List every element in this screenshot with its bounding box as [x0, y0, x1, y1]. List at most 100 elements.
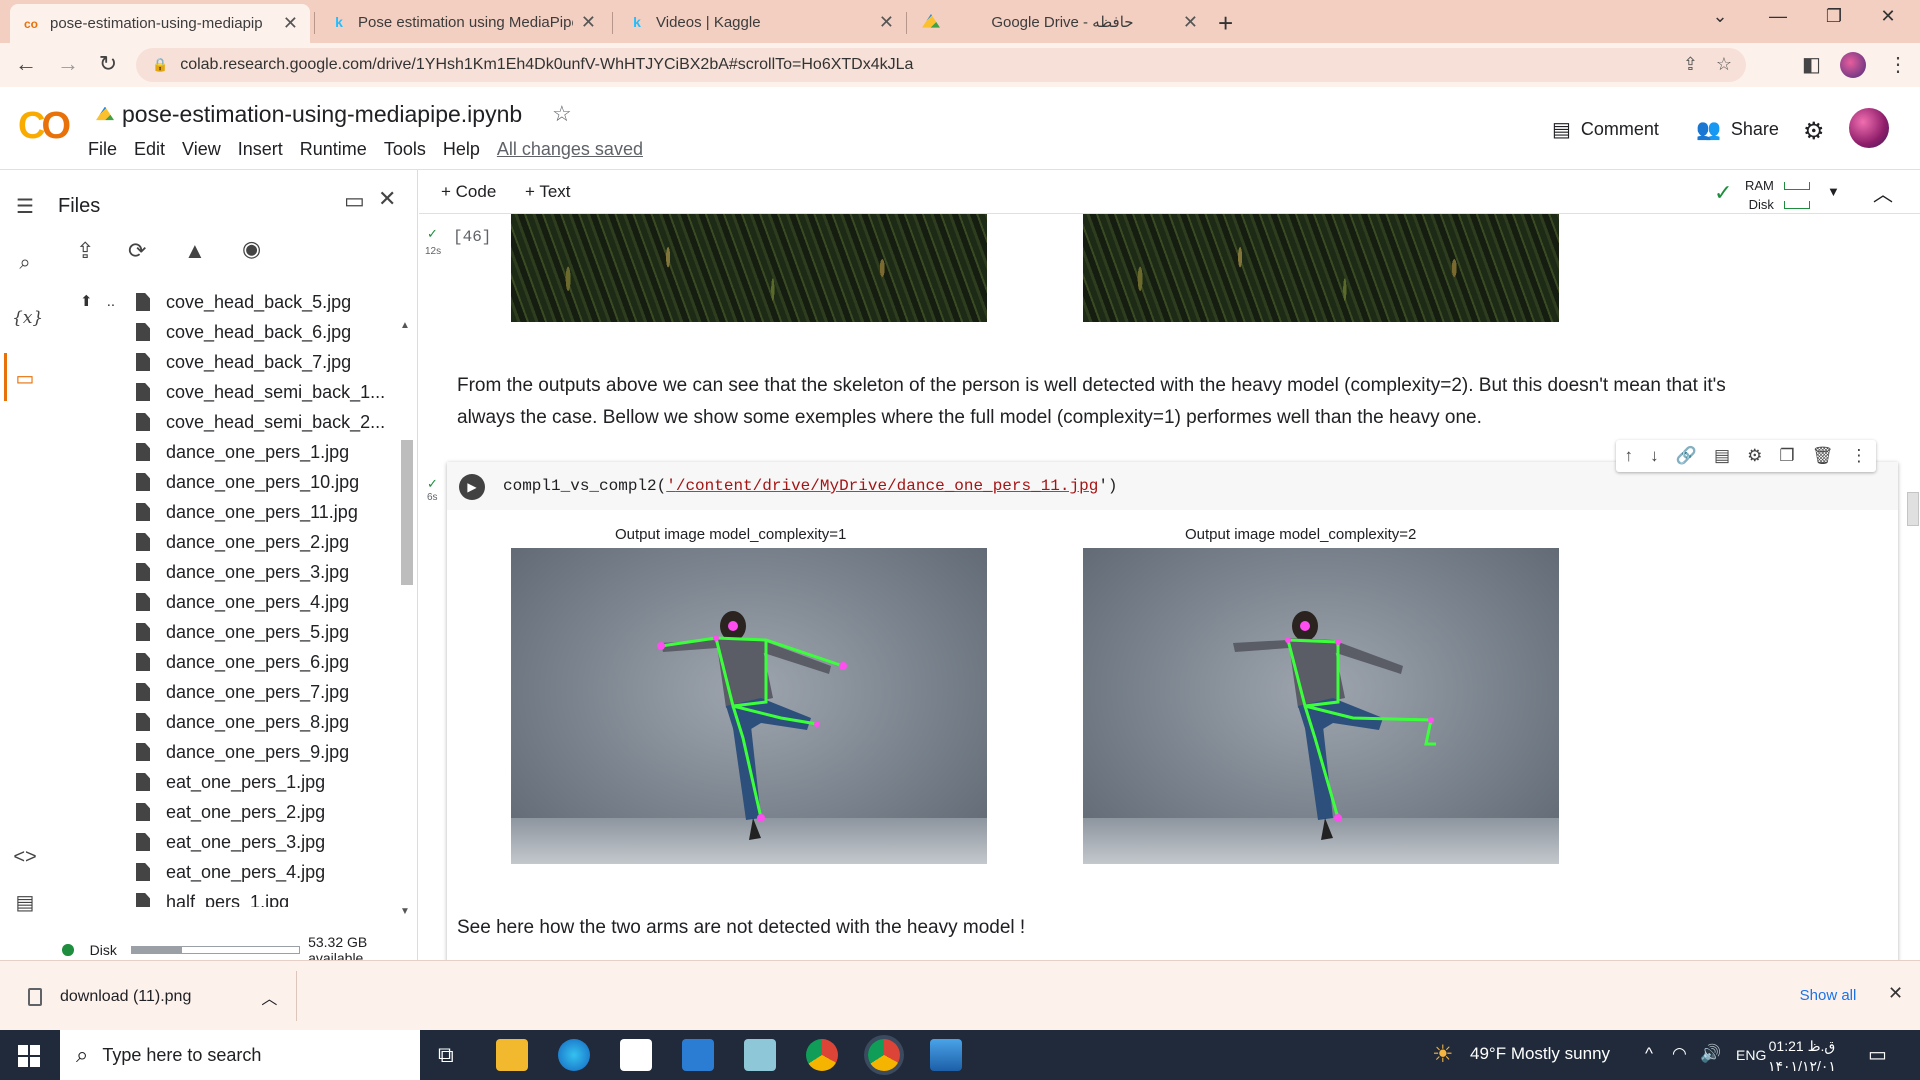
file-item[interactable]: eat_one_pers_4.jpg: [128, 857, 418, 887]
settings-gear-icon[interactable]: ⚙: [1747, 446, 1762, 466]
code-snippets-icon[interactable]: <>: [12, 846, 38, 869]
link-icon[interactable]: 🔗: [1676, 446, 1697, 466]
notebook-title[interactable]: pose-estimation-using-mediapipe.ipynb: [96, 101, 522, 128]
table-of-contents-icon[interactable]: ☰: [12, 194, 38, 219]
file-list-scroll-thumb[interactable]: [401, 440, 413, 585]
file-list-scrollbar[interactable]: ▲ ▼: [398, 320, 414, 920]
code-editor[interactable]: compl1_vs_compl2('/content/drive/MyDrive…: [503, 477, 1118, 495]
close-window-icon[interactable]: ✕: [1868, 6, 1908, 27]
parent-folder[interactable]: ⬆ ..: [80, 292, 115, 310]
file-item[interactable]: dance_one_pers_5.jpg: [128, 617, 418, 647]
file-item[interactable]: cove_head_back_5.jpg: [128, 287, 418, 317]
store-icon[interactable]: [620, 1039, 652, 1071]
file-item[interactable]: dance_one_pers_8.jpg: [128, 707, 418, 737]
more-options-icon[interactable]: ⋮: [1850, 446, 1867, 466]
close-panel-icon[interactable]: ✕: [378, 186, 396, 212]
file-item[interactable]: dance_one_pers_4.jpg: [128, 587, 418, 617]
download-item[interactable]: download (11).png ︿: [28, 985, 277, 1009]
notebook-scroll-thumb[interactable]: [1907, 492, 1919, 526]
file-item[interactable]: dance_one_pers_7.jpg: [128, 677, 418, 707]
file-item[interactable]: dance_one_pers_6.jpg: [128, 647, 418, 677]
file-item[interactable]: eat_one_pers_2.jpg: [128, 797, 418, 827]
folder-icon[interactable]: ▭: [12, 366, 38, 391]
file-item[interactable]: dance_one_pers_1.jpg: [128, 437, 418, 467]
file-item[interactable]: eat_one_pers_1.jpg: [128, 767, 418, 797]
delete-trash-icon[interactable]: 🗑: [1812, 446, 1834, 466]
file-item[interactable]: dance_one_pers_10.jpg: [128, 467, 418, 497]
close-tab-icon[interactable]: ✕: [283, 13, 298, 34]
file-item[interactable]: dance_one_pers_3.jpg: [128, 557, 418, 587]
share-button[interactable]: 👥 Share: [1696, 117, 1779, 142]
mount-drive-icon[interactable]: ▲: [184, 238, 206, 264]
scroll-up-arrow-icon[interactable]: ▲: [400, 320, 410, 331]
new-tab-icon[interactable]: +: [1218, 8, 1233, 39]
resource-monitor[interactable]: RAM Disk: [1745, 176, 1810, 214]
file-item[interactable]: cove_head_semi_back_2...: [128, 407, 418, 437]
run-cell-button[interactable]: ▶: [459, 474, 485, 500]
star-icon[interactable]: ☆: [552, 101, 572, 127]
file-item[interactable]: dance_one_pers_2.jpg: [128, 527, 418, 557]
taskbar-search[interactable]: ⌕ Type here to search: [60, 1030, 420, 1080]
comment-button[interactable]: ▤ Comment: [1552, 117, 1659, 142]
wifi-icon[interactable]: ◠: [1672, 1044, 1687, 1064]
menu-file[interactable]: File: [88, 139, 117, 160]
close-tab-icon[interactable]: ✕: [581, 12, 596, 33]
show-all-button[interactable]: Show all: [1784, 980, 1872, 1010]
menu-runtime[interactable]: Runtime: [300, 139, 367, 160]
weather-text[interactable]: 49°F Mostly sunny: [1470, 1044, 1610, 1064]
close-tab-icon[interactable]: ✕: [1183, 12, 1198, 33]
file-item[interactable]: dance_one_pers_9.jpg: [128, 737, 418, 767]
reload-icon[interactable]: ↻: [92, 51, 124, 77]
save-status[interactable]: All changes saved: [497, 139, 643, 160]
collapse-header-icon[interactable]: ︿: [1873, 178, 1893, 207]
back-arrow-icon[interactable]: ←: [10, 51, 42, 77]
restore-icon[interactable]: ❐: [1814, 6, 1854, 27]
file-explorer-icon[interactable]: [496, 1039, 528, 1071]
close-download-bar-icon[interactable]: ✕: [1888, 983, 1903, 1004]
share-page-icon[interactable]: ⇪: [1683, 54, 1698, 75]
menu-view[interactable]: View: [182, 139, 221, 160]
side-panel-icon[interactable]: ◧: [1802, 52, 1821, 77]
search-icon[interactable]: ⌕: [12, 252, 38, 275]
edge-icon[interactable]: [558, 1039, 590, 1071]
colab-logo[interactable]: CO: [18, 105, 71, 148]
move-down-icon[interactable]: ↓: [1650, 446, 1659, 466]
photos-icon[interactable]: [930, 1039, 962, 1071]
file-item[interactable]: dance_one_pers_11.jpg: [128, 497, 418, 527]
tab-search-chevron-icon[interactable]: ⌄: [1700, 6, 1740, 27]
menu-help[interactable]: Help: [443, 139, 480, 160]
clock[interactable]: 01:21 ق.ظ ۱۴۰۱/۱۲/۰۱: [1768, 1036, 1836, 1076]
mail-icon[interactable]: [682, 1039, 714, 1071]
account-avatar[interactable]: [1849, 108, 1889, 148]
settings-gear-icon[interactable]: ⚙: [1803, 117, 1835, 146]
windows-start-icon[interactable]: [18, 1045, 40, 1067]
forward-arrow-icon[interactable]: →: [52, 51, 84, 77]
add-text-button[interactable]: + Text: [525, 182, 571, 202]
chrome-profile-icon[interactable]: [868, 1039, 900, 1071]
tab-google-drive[interactable]: Google Drive - حافظه ✕: [910, 4, 1210, 40]
tab-kaggle-pose[interactable]: k Pose estimation using MediaPipe ✕: [318, 4, 608, 40]
bookmark-star-icon[interactable]: ☆: [1716, 54, 1732, 75]
file-item[interactable]: eat_one_pers_3.jpg: [128, 827, 418, 857]
move-up-icon[interactable]: ↑: [1625, 446, 1634, 466]
menu-edit[interactable]: Edit: [134, 139, 165, 160]
chevron-up-icon[interactable]: ︿: [261, 985, 277, 1009]
menu-insert[interactable]: Insert: [238, 139, 283, 160]
open-in-tab-icon[interactable]: ▭: [344, 188, 365, 214]
chrome-icon[interactable]: [806, 1039, 838, 1071]
app-icon[interactable]: [744, 1039, 776, 1071]
scroll-down-arrow-icon[interactable]: ▼: [400, 906, 410, 917]
minimize-icon[interactable]: —: [1758, 6, 1798, 27]
show-hidden-eye-icon[interactable]: ◉: [242, 236, 261, 262]
file-item[interactable]: cove_head_semi_back_1...: [128, 377, 418, 407]
variables-icon[interactable]: {x}: [12, 308, 43, 328]
notifications-icon[interactable]: ▭: [1868, 1042, 1887, 1067]
comment-icon[interactable]: ▤: [1714, 446, 1730, 466]
file-item[interactable]: cove_head_back_6.jpg: [128, 317, 418, 347]
tray-chevron-up-icon[interactable]: ^: [1645, 1044, 1653, 1064]
menu-tools[interactable]: Tools: [384, 139, 426, 160]
tab-kaggle-videos[interactable]: k Videos | Kaggle ✕: [616, 4, 906, 40]
close-tab-icon[interactable]: ✕: [879, 12, 894, 33]
code-cell[interactable]: ▶ compl1_vs_compl2('/content/drive/MyDri…: [447, 462, 1898, 960]
file-item[interactable]: half_pers_1.jpg: [128, 887, 418, 907]
